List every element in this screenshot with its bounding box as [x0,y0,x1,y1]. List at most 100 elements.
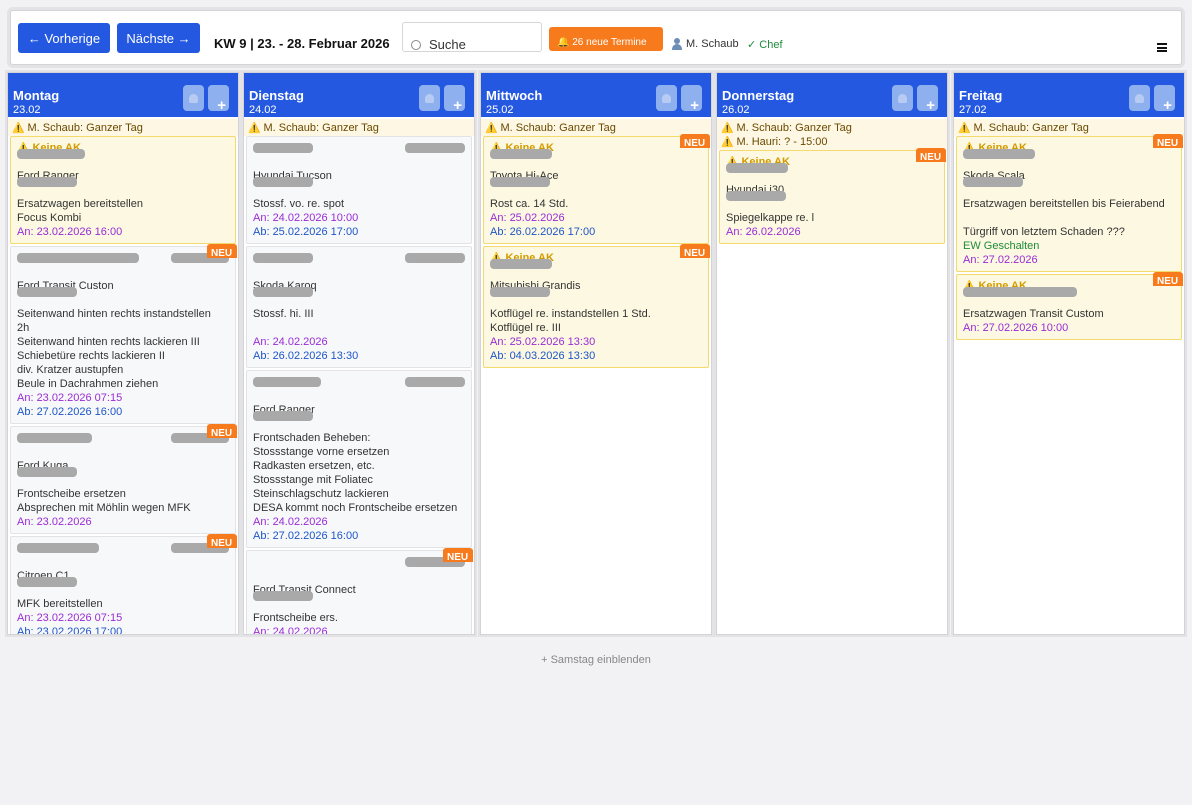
search-icon [411,40,421,50]
toolbar: ← Vorherige Nächste → KW 9 | 23. - 28. F… [10,10,1182,65]
reminder-bell-icon[interactable] [656,85,677,111]
search-input[interactable] [429,37,537,51]
appointment-card[interactable]: ⚠️Keine AK Ford Ranger Ersatzwagen bereits… [10,136,236,244]
allday-entry[interactable]: ⚠️ M. Schaub: Ganzer Tag [246,119,474,134]
reminder-bell-icon[interactable] [419,85,440,111]
prev-week-button[interactable]: ← Vorherige [18,23,110,53]
vehicle-line: Hyundai Tucson [253,169,465,187]
task-line: Seitenwand hinten rechts instandstellen [17,308,211,320]
allday-entry[interactable]: ⚠️ M. Schaub: Ganzer Tag [719,119,947,134]
status-note: EW Geschalten [963,240,1040,252]
redacted-customer [490,149,552,159]
hamburger-menu-icon[interactable] [1157,43,1167,52]
arrival-date: An: 27.02.2026 [963,254,1038,266]
card-header: ⚠️Keine AK [17,141,229,159]
new-badge: NEU [916,148,946,162]
vehicle-line: Citroen C1 [17,569,229,587]
redacted-customer [490,259,552,269]
pickup-date: Ab: 23.02.2026 17:00 [17,626,123,635]
arrival-date: An: 23.02.2026 07:15 [17,612,123,624]
add-appointment-button[interactable] [681,85,702,114]
redacted-plate [253,591,313,601]
appointment-card[interactable]: NEU⚠️Keine AK Ersatzwagen Transit Custom A… [956,272,1183,340]
task-line: Ersatzwagen bereitstellen bis Feierabend [963,198,1165,210]
redacted-customer [963,287,1077,297]
card-header: ⚠️Keine AK [963,279,1175,297]
new-badge: NEU [443,548,473,562]
redacted-plate [17,577,77,587]
redacted-plate [17,467,77,477]
day-date: 27.02 [959,104,987,116]
redacted-plate [253,287,313,297]
allday-entry[interactable]: ⚠️ M. Schaub: Ganzer Tag [10,119,238,134]
redacted-customer [17,543,99,553]
appointment-card[interactable]: NEU Ford Transit Connect Frontscheibe ers.… [246,548,473,634]
add-appointment-button[interactable] [1154,85,1175,114]
next-week-button[interactable]: Nächste → [117,23,200,53]
add-appointment-button[interactable] [444,85,465,114]
day-column-donnerstag: Donnerstag 26.02 ⚠️M. Schaub: Ganzer Tag… [716,72,948,635]
reminder-bell-icon[interactable] [892,85,913,111]
task-line: Steinschlagschutz lackieren [253,488,389,500]
task-line: Stossf. hi. III [253,308,314,320]
appointment-card[interactable]: Hyundai Tucson Stossf. vo. re. spot An: 24… [246,136,472,244]
card-header [253,141,465,155]
appointment-card[interactable]: NEU Ford Kuga Frontscheibe ersetzen Absprec… [10,424,237,534]
redacted-info [405,377,465,387]
appointment-card[interactable]: NEU⚠️Keine AK Skoda Scala Ersatzwagen bere… [956,134,1183,272]
card-header [253,251,465,265]
redacted-plate [726,191,786,201]
search-box[interactable] [402,22,542,52]
appointment-card[interactable]: NEU⚠️Keine AK Mitsubishi Grandis Kotflügel… [483,244,710,368]
reminder-bell-icon[interactable] [1129,85,1150,111]
warning-icon: ⚠️ [485,123,498,134]
day-header: Mittwoch 25.02 [481,73,711,117]
new-badge: NEU [680,244,710,258]
appointment-card[interactable]: NEU⚠️Keine AK Toyota Hi-Ace Rost ca. 14 St… [483,134,710,244]
allday-entry[interactable]: ⚠️ M. Schaub: Ganzer Tag [956,119,1184,134]
task-line: Schiebetüre rechts lackieren II [17,350,165,362]
appointment-card[interactable]: NEU Citroen C1 MFK bereitstellen An: 23.02.… [10,534,237,635]
allday-entry[interactable]: ⚠️ M. Schaub: Ganzer Tag [483,119,711,134]
card-header [253,555,465,569]
new-badge: NEU [1153,272,1183,286]
card-header [17,251,229,265]
card-header [17,541,229,555]
add-appointment-button[interactable] [208,85,229,114]
day-date: 23.02 [13,104,41,116]
day-date: 24.02 [249,104,277,116]
redacted-customer [17,253,139,263]
appointment-card[interactable]: NEU⚠️Keine AK Hyundai i30 Spiegelkappe re.… [719,148,946,244]
allday-entry[interactable]: ⚠️ M. Hauri: ? - 15:00 [719,133,947,148]
redacted-customer [253,253,313,263]
appointment-card[interactable]: NEU Ford Transit Custon Seitenwand hinten … [10,244,237,424]
task-line: Ersatzwagen bereitstellen [17,198,143,210]
show-saturday-link[interactable]: + Samstag einblenden [0,654,1192,666]
current-user: M. Schaub [671,38,739,50]
card-header: ⚠️Keine AK [490,251,702,269]
task-line: Frontschaden Beheben: [253,432,371,444]
appointment-card[interactable]: Skoda Karoq Stossf. hi. III An: 24.02.2026… [246,246,472,368]
allday-section: ⚠️ M. Schaub: Ganzer Tag [481,119,711,136]
day-header: Dienstag 24.02 [244,73,474,117]
card-header [253,375,465,389]
warning-icon: ⚠️ [248,123,261,134]
pickup-date: Ab: 04.03.2026 13:30 [490,350,596,362]
new-appointments-button[interactable]: 🔔 26 neue Termine [549,27,663,51]
arrival-date: An: 23.02.2026 [17,516,92,528]
appointment-card[interactable]: Ford Ranger Frontschaden Beheben: Stosssta… [246,370,472,548]
redacted-plate [490,177,550,187]
day-body: ⚠️M. Schaub: Ganzer TagNEU⚠️Keine AKToyo… [481,117,711,368]
task-line: Focus Kombi [17,212,82,224]
redacted-customer [17,149,85,159]
task-line: Stossstange vorne ersetzen [253,446,390,458]
task-line: Frontscheibe ersetzen [17,488,126,500]
reminder-bell-icon[interactable] [183,85,204,111]
vehicle-line: Ford Ranger [253,403,465,421]
add-appointment-button[interactable] [917,85,938,114]
warning-icon: ⚠️ [958,123,971,134]
